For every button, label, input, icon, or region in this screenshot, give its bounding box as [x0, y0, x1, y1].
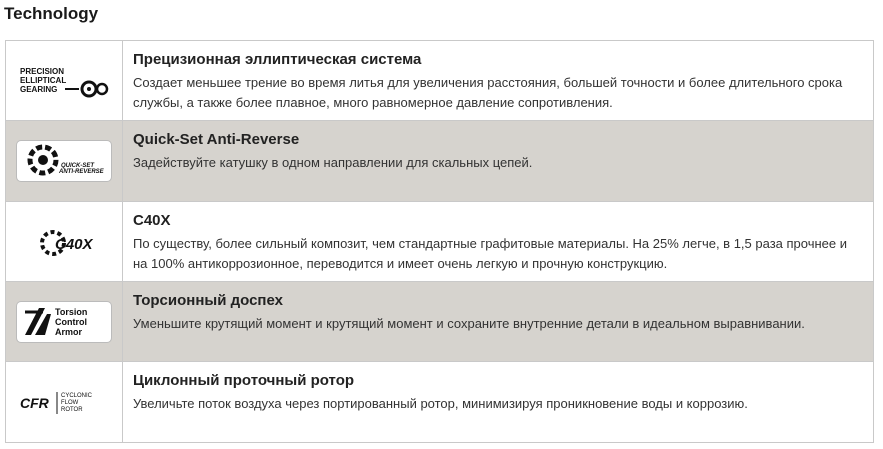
logo-text-line: GEARING: [20, 85, 57, 94]
logo-text-line: CYCLONIC: [61, 393, 93, 399]
technology-row: QUICK-SET ANTI-REVERSE Quick-Set Anti-Re…: [6, 121, 873, 202]
technology-row: C40X C40X По существу, более сильный ком…: [6, 202, 873, 282]
logo-text-line: CFR: [20, 395, 50, 411]
feature-description: По существу, более сильный композит, чем…: [133, 236, 848, 271]
logo-cell: QUICK-SET ANTI-REVERSE: [6, 121, 123, 201]
logo-text-line: ANTI-REVERSE: [58, 169, 105, 175]
logo-text-line: ELLIPTICAL: [20, 76, 66, 85]
text-cell: Торсионный доспех Уменьшите крутящий мом…: [123, 282, 873, 361]
logo-text-line: ROTOR: [61, 407, 83, 413]
logo-text-line: Armor: [55, 327, 83, 337]
cyclonic-flow-rotor-logo: CFR CYCLONIC FLOW ROTOR: [17, 382, 111, 422]
logo-text-line: Torsion: [55, 307, 87, 317]
feature-title: Quick-Set Anti-Reverse: [133, 131, 300, 148]
technology-row: Torsion Control Armor Торсионный доспех …: [6, 282, 873, 362]
technology-row: PRECISION ELLIPTICAL GEARING Прецизионна…: [6, 41, 873, 121]
logo-cell: C40X: [6, 202, 123, 281]
logo-text-line: C40X: [55, 236, 94, 253]
section-title: Technology: [4, 4, 99, 23]
feature-title: Прецизионная эллиптическая система: [133, 51, 422, 68]
logo-cell: Torsion Control Armor: [6, 282, 123, 361]
text-cell: C40X По существу, более сильный композит…: [123, 202, 873, 281]
quick-set-anti-reverse-logo: QUICK-SET ANTI-REVERSE: [17, 141, 111, 181]
feature-description: Задействуйте катушку в одном направлении…: [133, 155, 533, 170]
text-cell: Циклонный проточный ротор Увеличьте пото…: [123, 362, 873, 442]
logo-text-line: PRECISION: [20, 67, 64, 76]
technology-row: CFR CYCLONIC FLOW ROTOR Циклонный проточ…: [6, 362, 873, 442]
technology-table: PRECISION ELLIPTICAL GEARING Прецизионна…: [5, 40, 874, 443]
logo-cell: PRECISION ELLIPTICAL GEARING: [6, 41, 123, 120]
text-cell: Прецизионная эллиптическая система Созда…: [123, 41, 873, 120]
feature-title: Торсионный доспех: [133, 292, 283, 309]
logo-cell: CFR CYCLONIC FLOW ROTOR: [6, 362, 123, 442]
feature-description: Создает меньшее трение во время литья дл…: [133, 75, 843, 110]
feature-title: Циклонный проточный ротор: [133, 372, 355, 389]
precision-elliptical-gearing-logo: PRECISION ELLIPTICAL GEARING: [17, 60, 111, 101]
torsion-control-armor-logo: Torsion Control Armor: [17, 301, 111, 342]
feature-description: Увеличьте поток воздуха через портирован…: [133, 396, 748, 411]
feature-description: Уменьшите крутящий момент и крутящий мом…: [133, 316, 805, 331]
c40x-logo: C40X: [17, 221, 111, 262]
logo-text-line: FLOW: [61, 400, 79, 406]
logo-text-line: Control: [55, 317, 87, 327]
feature-title: C40X: [133, 212, 171, 229]
text-cell: Quick-Set Anti-Reverse Задействуйте кату…: [123, 121, 873, 201]
